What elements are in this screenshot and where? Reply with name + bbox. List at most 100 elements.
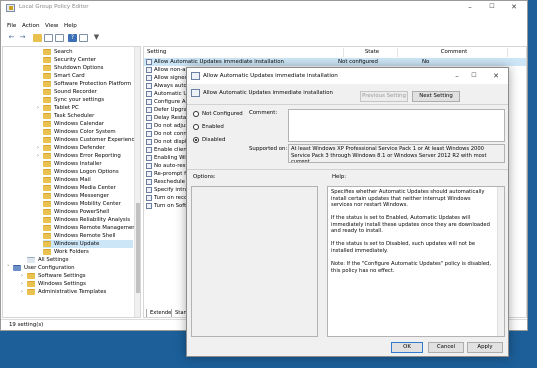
ok-button[interactable]: OK — [391, 342, 423, 353]
options-label: Options: — [193, 174, 216, 180]
divider — [187, 104, 508, 105]
dialog-minimize-button[interactable]: – — [450, 70, 464, 82]
filter-icon[interactable]: ▼ — [92, 34, 101, 42]
dialog-title-bar[interactable]: Allow Automatic Updates immediate instal… — [187, 68, 508, 84]
console-tree-icon[interactable] — [44, 34, 53, 42]
expand-arrow-icon[interactable]: › — [21, 273, 23, 279]
policy-dialog: Allow Automatic Updates immediate instal… — [186, 67, 509, 357]
back-icon[interactable]: ← — [7, 34, 16, 42]
user-icon — [13, 265, 21, 271]
forward-icon[interactable]: → — [18, 34, 27, 42]
radio-label-enabled: Enabled — [202, 124, 224, 130]
menu-file[interactable]: File — [7, 23, 16, 29]
setting-name: Allow Automatic Updates immediate instal… — [154, 59, 284, 65]
tree-scrollbar[interactable] — [134, 47, 140, 317]
folder-icon — [43, 177, 51, 183]
policy-setting-icon — [146, 75, 152, 81]
policy-setting-icon — [146, 91, 152, 97]
properties-icon[interactable] — [79, 34, 88, 42]
policy-setting-icon — [146, 179, 152, 185]
tree-scrollbar-thumb[interactable] — [136, 203, 140, 293]
folder-icon — [43, 225, 51, 231]
policy-setting-icon — [146, 107, 152, 113]
column-header-comment[interactable]: Comment — [398, 48, 508, 57]
dialog-maximize-button[interactable]: ☐ — [467, 70, 481, 82]
folder-icon — [43, 233, 51, 239]
radio-disabled[interactable] — [193, 137, 199, 143]
policy-setting-icon — [146, 203, 152, 209]
export-list-icon[interactable] — [55, 34, 64, 42]
maximize-button[interactable]: ☐ — [481, 1, 503, 14]
policy-setting-icon — [146, 99, 152, 105]
policy-setting-icon — [146, 115, 152, 121]
folder-icon — [43, 193, 51, 199]
folder-icon — [43, 89, 51, 95]
folder-icon — [43, 129, 51, 135]
help-paragraph: If the status is set to Disabled, such u… — [331, 241, 476, 254]
folder-icon — [43, 241, 51, 247]
expand-arrow-icon[interactable]: › — [21, 289, 23, 295]
previous-setting-button[interactable]: Previous Setting — [360, 91, 408, 102]
policy-setting-icon — [146, 171, 152, 177]
policy-icon — [191, 89, 200, 97]
supported-on-label: Supported on: — [249, 146, 288, 152]
column-header-state[interactable]: State — [344, 48, 398, 57]
comment-field[interactable] — [288, 109, 505, 142]
folder-icon — [43, 201, 51, 207]
folder-icon — [43, 249, 51, 255]
collapse-arrow-icon[interactable]: ˅ — [7, 265, 10, 271]
radio-not-configured[interactable] — [193, 111, 199, 117]
expand-arrow-icon[interactable]: › — [37, 105, 39, 111]
expand-arrow-icon[interactable]: › — [21, 281, 23, 287]
desktop: { "window": { "title": "Local Group Poli… — [0, 0, 537, 368]
policy-setting-icon — [146, 123, 152, 129]
folder-icon — [43, 49, 51, 55]
tree-item-windows-update[interactable]: Windows Update — [43, 240, 133, 248]
supported-on-field: At least Windows XP Professional Service… — [288, 144, 505, 163]
options-panel — [191, 186, 318, 337]
policy-setting-icon — [146, 83, 152, 89]
toolbar: ← → ? ▼ — [1, 33, 527, 43]
expand-arrow-icon[interactable]: › — [37, 153, 39, 159]
app-icon — [6, 4, 15, 12]
folder-icon — [43, 81, 51, 87]
cancel-button[interactable]: Cancel — [428, 342, 464, 353]
folder-up-icon[interactable] — [33, 34, 42, 42]
divider — [187, 169, 508, 170]
folder-icon — [43, 57, 51, 63]
menu-bar: File Action View Help — [1, 21, 527, 31]
expand-arrow-icon[interactable]: › — [37, 145, 39, 151]
help-panel[interactable]: Specifies whether Automatic Updates shou… — [327, 186, 505, 337]
folder-icon — [43, 161, 51, 167]
radio-enabled[interactable] — [193, 124, 199, 130]
folder-icon — [27, 281, 35, 287]
help-paragraph: Specifies whether Automatic Updates shou… — [331, 189, 485, 209]
title-bar[interactable]: Local Group Policy Editor – ☐ ✕ — [1, 1, 527, 14]
settings-list-icon — [27, 257, 35, 263]
console-tree[interactable]: Search Security Center Shutdown Options … — [2, 46, 141, 318]
dialog-close-button[interactable]: ✕ — [489, 70, 503, 82]
status-text: 19 setting(s) — [9, 322, 44, 328]
dialog-title: Allow Automatic Updates immediate instal… — [203, 73, 338, 79]
setting-comment: No — [422, 59, 430, 65]
apply-button[interactable]: Apply — [467, 342, 503, 353]
folder-icon — [43, 121, 51, 127]
policy-setting-icon — [146, 147, 152, 153]
minimize-button[interactable]: – — [459, 1, 481, 14]
list-row[interactable]: Allow Automatic Updates immediate instal… — [144, 58, 526, 66]
radio-label-not-configured: Not Configured — [202, 111, 243, 117]
help-scrollbar[interactable] — [497, 187, 504, 336]
folder-icon — [27, 273, 35, 279]
menu-view[interactable]: View — [45, 23, 58, 29]
close-button[interactable]: ✕ — [503, 1, 525, 14]
help-icon[interactable]: ? — [68, 34, 77, 42]
folder-icon — [43, 153, 51, 159]
menu-help[interactable]: Help — [64, 23, 77, 29]
menu-action[interactable]: Action — [22, 23, 40, 29]
column-header-setting[interactable]: Setting — [144, 48, 344, 57]
policy-setting-icon — [146, 163, 152, 169]
policy-setting-icon — [146, 131, 152, 137]
folder-icon — [43, 209, 51, 215]
policy-setting-icon — [146, 195, 152, 201]
next-setting-button[interactable]: Next Setting — [412, 91, 460, 102]
